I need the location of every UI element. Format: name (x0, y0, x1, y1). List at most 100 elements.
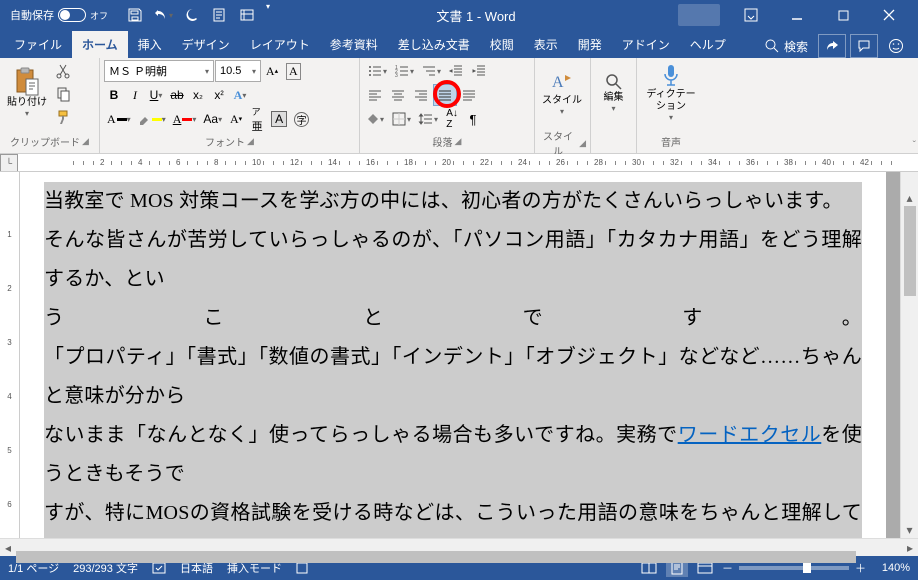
scroll-down-icon[interactable]: ▾ (902, 522, 918, 538)
font-color-icon[interactable]: A▾ (170, 108, 200, 130)
borders-icon[interactable]: ▾ (388, 108, 414, 130)
sort-icon[interactable]: A↓Z (442, 108, 462, 130)
horizontal-ruler[interactable]: └ 24681012141618202224262830323436384042 (0, 154, 918, 172)
paragraph-group-label: 段落 (433, 134, 453, 149)
underline-button[interactable]: U▾ (146, 84, 166, 106)
document-page[interactable]: 当教室で MOS 対策コースを学ぶ方の中には、初心者の方がたくさんいらっしゃいま… (20, 172, 886, 538)
paste-label: 貼り付け (7, 97, 47, 109)
multilevel-icon[interactable]: ▾ (418, 60, 444, 82)
paste-button[interactable]: 貼り付け ▾ (4, 60, 50, 126)
scroll-thumb[interactable] (904, 206, 916, 296)
zoom-slider[interactable] (739, 566, 849, 570)
close-icon[interactable] (866, 0, 912, 30)
status-zoom[interactable]: 140% (872, 562, 910, 574)
tab-help[interactable]: ヘルプ (680, 31, 736, 58)
editing-button[interactable]: 編集▾ (595, 60, 632, 126)
dictation-label: ディクテーション (644, 89, 698, 113)
vertical-scrollbar[interactable]: ▴ ▾ (900, 172, 918, 538)
indent-icon[interactable] (468, 60, 490, 82)
strike-button[interactable]: ab (167, 84, 187, 106)
styles-button[interactable]: A スタイル▾ (539, 60, 585, 126)
vertical-ruler[interactable]: 123456 (0, 172, 20, 538)
align-left-icon[interactable] (364, 84, 386, 106)
cut-icon[interactable] (52, 60, 74, 82)
paragraph-launcher[interactable]: ◢ (455, 136, 462, 147)
tab-selector[interactable]: └ (0, 154, 18, 172)
clipboard-launcher[interactable]: ◢ (82, 136, 89, 147)
hscroll-thumb[interactable] (16, 551, 856, 563)
search-label: 検索 (784, 38, 808, 55)
line-spacing-icon[interactable]: ▾ (415, 108, 441, 130)
font-size-combo[interactable]: 10.5▾ (215, 60, 261, 82)
minimize-icon[interactable] (774, 0, 820, 30)
search-box[interactable]: 検索 (758, 38, 814, 55)
horizontal-scrollbar[interactable]: ◂ ▸ (0, 538, 918, 556)
title: 文書 1 - Word (274, 6, 678, 25)
spellcheck-icon[interactable] (152, 561, 166, 575)
tab-mailings[interactable]: 差し込み文書 (388, 31, 480, 58)
bold-button[interactable]: B (104, 84, 124, 106)
ribbon-options-icon[interactable] (728, 0, 774, 30)
change-case-icon[interactable]: Aa▾ (200, 108, 225, 130)
font-name-combo[interactable]: ＭＳ Ｐ明朝▾ (104, 60, 214, 82)
tab-addins[interactable]: アドイン (612, 31, 680, 58)
dictation-button[interactable]: ディクテーション▾ (641, 60, 701, 126)
save-icon[interactable] (122, 2, 148, 28)
scroll-up-icon[interactable]: ▴ (902, 190, 918, 206)
styles-icon: A (550, 69, 574, 95)
autosave-toggle[interactable]: 自動保存 オフ (6, 5, 112, 25)
user-badge[interactable] (678, 4, 720, 26)
highlight-icon[interactable]: ▾ (135, 108, 169, 130)
styles-launcher[interactable]: ◢ (579, 138, 586, 149)
macro-icon[interactable] (296, 562, 308, 574)
tab-design[interactable]: デザイン (172, 31, 240, 58)
align-center-icon[interactable] (387, 84, 409, 106)
link-word-excel-1[interactable]: ワードエクセル (678, 424, 822, 446)
char-border-icon[interactable]: A (268, 108, 290, 130)
qat-icon2[interactable] (234, 2, 260, 28)
comments-icon[interactable] (850, 34, 878, 58)
text-effects-icon[interactable]: A▾ (230, 84, 250, 106)
grow-font-icon[interactable]: A▴ (262, 60, 282, 82)
selected-paragraph[interactable]: 当教室で MOS 対策コースを学ぶ方の中には、初心者の方がたくさんいらっしゃいま… (44, 182, 862, 538)
qat-icon1[interactable] (206, 2, 232, 28)
superscript-button[interactable]: x² (209, 84, 229, 106)
tab-home[interactable]: ホーム (72, 31, 128, 58)
scroll-right-icon[interactable]: ▸ (902, 540, 918, 556)
tab-references[interactable]: 参考資料 (320, 31, 388, 58)
tab-developer[interactable]: 開発 (568, 31, 612, 58)
tab-insert[interactable]: 挿入 (128, 31, 172, 58)
format-painter-icon[interactable] (52, 106, 74, 128)
distribute-icon[interactable] (458, 84, 480, 106)
enclose-char-icon[interactable]: 字 (291, 108, 312, 130)
qat-more-icon[interactable]: ▾ (262, 2, 274, 28)
collapse-ribbon-icon[interactable]: ˇ (913, 140, 916, 151)
shading-icon[interactable]: ▾ (364, 108, 387, 130)
tab-file[interactable]: ファイル (4, 31, 72, 58)
smiley-icon[interactable] (882, 34, 910, 58)
align-right-icon[interactable] (410, 84, 432, 106)
font-fill-icon[interactable]: A▾ (104, 108, 134, 130)
tab-review[interactable]: 校閲 (480, 31, 524, 58)
mic-icon (660, 63, 682, 89)
tab-layout[interactable]: レイアウト (240, 31, 320, 58)
italic-button[interactable]: I (125, 84, 145, 106)
undo-icon[interactable]: ▾ (150, 2, 176, 28)
show-marks-icon[interactable]: ¶ (463, 108, 483, 130)
phonetic-icon[interactable]: ア亜 (247, 108, 267, 130)
scroll-left-icon[interactable]: ◂ (0, 540, 16, 556)
highlight-circle (433, 80, 461, 108)
clear-format-icon[interactable]: A (283, 60, 304, 82)
zoom-in-icon[interactable]: ＋ (855, 560, 866, 576)
shrink-font-icon[interactable]: A▾ (226, 108, 246, 130)
redo-icon[interactable] (178, 2, 204, 28)
tab-view[interactable]: 表示 (524, 31, 568, 58)
numbering-icon[interactable]: 123▾ (391, 60, 417, 82)
share-icon[interactable] (818, 34, 846, 58)
subscript-button[interactable]: x₂ (188, 84, 208, 106)
outdent-icon[interactable] (445, 60, 467, 82)
copy-icon[interactable] (52, 83, 74, 105)
bullets-icon[interactable]: ▾ (364, 60, 390, 82)
font-launcher[interactable]: ◢ (247, 136, 254, 147)
maximize-icon[interactable] (820, 0, 866, 30)
